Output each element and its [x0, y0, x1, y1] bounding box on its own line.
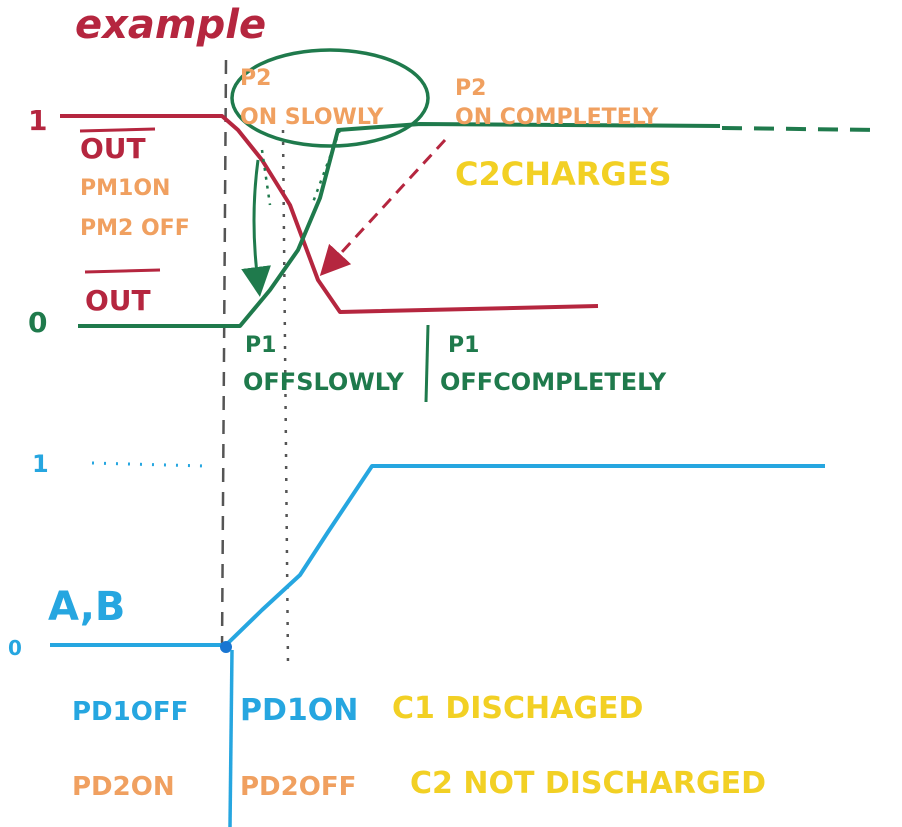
out-label: OUT: [80, 132, 146, 165]
p2-on-completely-label-line1: P2: [455, 76, 486, 101]
dashed-guide-line: [220, 59, 228, 651]
pd2-off-label: PD2OFF: [240, 772, 356, 802]
input-ab-label: A,B: [48, 584, 125, 630]
input-ab-signal: [50, 464, 825, 647]
p2-on-slowly-label-line2: ON SLOWLY: [240, 105, 384, 130]
p1-off-completely-label-line2: OFFCOMPLETELY: [440, 368, 667, 396]
p2-on-slowly-circle: [230, 48, 430, 148]
arrow-p2-completely-to-out: [319, 138, 447, 277]
level-0-label-top: 0: [28, 306, 47, 339]
out-bar-label: OUT: [85, 284, 151, 317]
c2-not-discharged-label: C2 NOT DISCHARGED: [410, 766, 766, 801]
p2-on-slowly-label-line1: P2: [240, 66, 271, 91]
level-1-label-bottom: 1: [32, 450, 49, 478]
arrow-p2-slowly-to-out-bar: [241, 159, 271, 297]
input-ab-vertical-marker: [228, 649, 234, 827]
level-1-label-top: 1: [28, 104, 47, 137]
timing-diagram: example 1 0 OUT PM1ON PM2 OFF OUT P2 ON …: [8, 2, 881, 827]
pd1-on-label: PD1ON: [240, 693, 358, 728]
level-1-dotted-ref: [91, 461, 206, 468]
pm1-on-label: PM1ON: [80, 176, 170, 201]
out-bar-dashed-tail: [721, 126, 881, 132]
pd1-off-label: PD1OFF: [72, 697, 188, 727]
diagram-title: example: [75, 2, 266, 48]
pd2-on-label: PD2ON: [72, 772, 175, 802]
arrow-p2-slowly-to-crossover: [260, 149, 272, 206]
out-label-overline: [79, 127, 156, 133]
p1-separator: [424, 324, 430, 403]
p2-on-completely-label-line2: ON COMPLETELY: [455, 105, 659, 130]
p1-off-completely-label-line1: P1: [448, 333, 479, 358]
p1-off-slowly-label-line2: OFFSLOWLY: [243, 368, 404, 396]
out-bar-overline: [84, 268, 161, 274]
c2-charges-label: C2CHARGES: [455, 155, 672, 193]
c1-discharged-label: C1 DISCHAGED: [392, 691, 643, 726]
input-ab-transition-dot: [220, 641, 232, 653]
diagram-canvas: example 1 0 OUT PM1ON PM2 OFF OUT P2 ON …: [0, 0, 902, 827]
level-0-label-bottom: 0: [8, 636, 22, 660]
pm2-off-label: PM2 OFF: [80, 216, 190, 241]
p1-off-slowly-label-line1: P1: [245, 333, 276, 358]
